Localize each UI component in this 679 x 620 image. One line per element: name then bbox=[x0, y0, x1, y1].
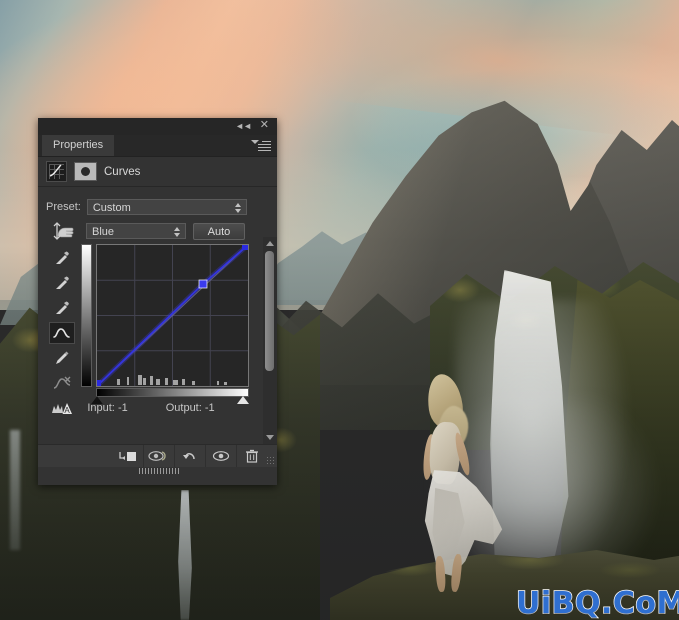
panel-body: Preset: Custom Blue Auto A Input: -1 Out… bbox=[38, 187, 277, 444]
channel-select[interactable]: Blue bbox=[86, 223, 186, 239]
channel-stepper-arrows-icon[interactable] bbox=[174, 227, 181, 237]
reset-icon[interactable] bbox=[174, 445, 205, 467]
panel-resize-grip[interactable] bbox=[266, 456, 275, 465]
panel-titlebar: ◄◄ ✕ bbox=[38, 118, 277, 135]
properties-panel: ◄◄ ✕ Properties Curves Preset: Custom Bl… bbox=[38, 118, 277, 485]
curve-point-highlight bbox=[242, 243, 249, 250]
black-point-eyedropper-icon[interactable] bbox=[49, 247, 75, 269]
collapse-to-icons-icon[interactable]: ◄◄ bbox=[235, 121, 252, 131]
view-previous-state-icon[interactable] bbox=[143, 445, 174, 467]
white-point-eyedropper-icon[interactable] bbox=[49, 297, 75, 319]
screenshot-root: UiBQ.CoM ◄◄ ✕ Properties Curves Preset: … bbox=[0, 0, 679, 620]
delete-icon[interactable] bbox=[236, 445, 267, 467]
thin-waterfall-far-left bbox=[10, 430, 20, 550]
curves-graph-area bbox=[81, 243, 250, 404]
input-label: Input: bbox=[87, 402, 115, 414]
scroll-down-arrow-icon[interactable] bbox=[266, 435, 274, 440]
input-value: -1 bbox=[117, 402, 128, 414]
adjustment-header: Curves bbox=[38, 157, 277, 187]
footer-icon-row bbox=[113, 445, 267, 467]
input-readout: Input: -1 bbox=[87, 402, 127, 418]
site-watermark: UiBQ.CoM bbox=[515, 585, 679, 620]
curves-graph[interactable] bbox=[94, 243, 250, 388]
scrollbar-thumb[interactable] bbox=[265, 251, 274, 371]
channel-row: Blue Auto bbox=[86, 222, 254, 240]
curves-plot[interactable] bbox=[94, 243, 250, 388]
close-icon[interactable]: ✕ bbox=[260, 120, 269, 131]
gray-point-eyedropper-icon[interactable] bbox=[49, 272, 75, 294]
output-gradient-bar bbox=[81, 244, 92, 387]
curve-point-tool-icon[interactable] bbox=[49, 322, 75, 344]
scroll-up-arrow-icon[interactable] bbox=[266, 241, 274, 246]
auto-button[interactable]: Auto bbox=[193, 222, 245, 240]
smooth-curve-icon[interactable] bbox=[49, 372, 75, 394]
curve-point-selected bbox=[198, 279, 208, 289]
output-value: -1 bbox=[204, 402, 215, 414]
preset-select[interactable]: Custom bbox=[86, 198, 247, 215]
toggle-visibility-icon[interactable] bbox=[205, 445, 236, 467]
adjustment-title: Curves bbox=[104, 165, 141, 178]
panel-menu-icon[interactable] bbox=[255, 139, 271, 151]
on-image-adjustment-tool-icon[interactable] bbox=[50, 220, 76, 242]
preset-value: Custom bbox=[92, 201, 131, 214]
layer-mask-thumbnail[interactable] bbox=[74, 162, 97, 181]
tab-properties[interactable]: Properties bbox=[42, 135, 115, 156]
panel-tab-strip: Properties bbox=[38, 135, 277, 157]
output-label: Output: bbox=[165, 402, 202, 414]
curves-icon bbox=[46, 161, 67, 182]
panel-drag-grip[interactable] bbox=[139, 468, 179, 474]
input-gradient-bar bbox=[96, 388, 249, 397]
curve-point-shadow bbox=[94, 380, 101, 387]
curves-tool-column: A bbox=[49, 247, 75, 419]
curves-icon-glyph bbox=[49, 164, 62, 177]
panel-footer bbox=[38, 444, 277, 474]
pencil-draw-tool-icon[interactable] bbox=[49, 347, 75, 369]
channel-value: Blue bbox=[92, 226, 115, 238]
preset-label: Preset: bbox=[46, 200, 81, 213]
woman-figure bbox=[400, 370, 520, 600]
preset-row: Preset: Custom bbox=[46, 198, 251, 215]
panel-scrollbar[interactable] bbox=[263, 237, 277, 444]
preset-stepper-arrows-icon[interactable] bbox=[234, 202, 242, 213]
clip-to-layer-icon[interactable] bbox=[113, 445, 143, 467]
output-readout: Output: -1 bbox=[166, 402, 215, 418]
input-output-readout: Input: -1 Output: -1 bbox=[38, 402, 264, 418]
